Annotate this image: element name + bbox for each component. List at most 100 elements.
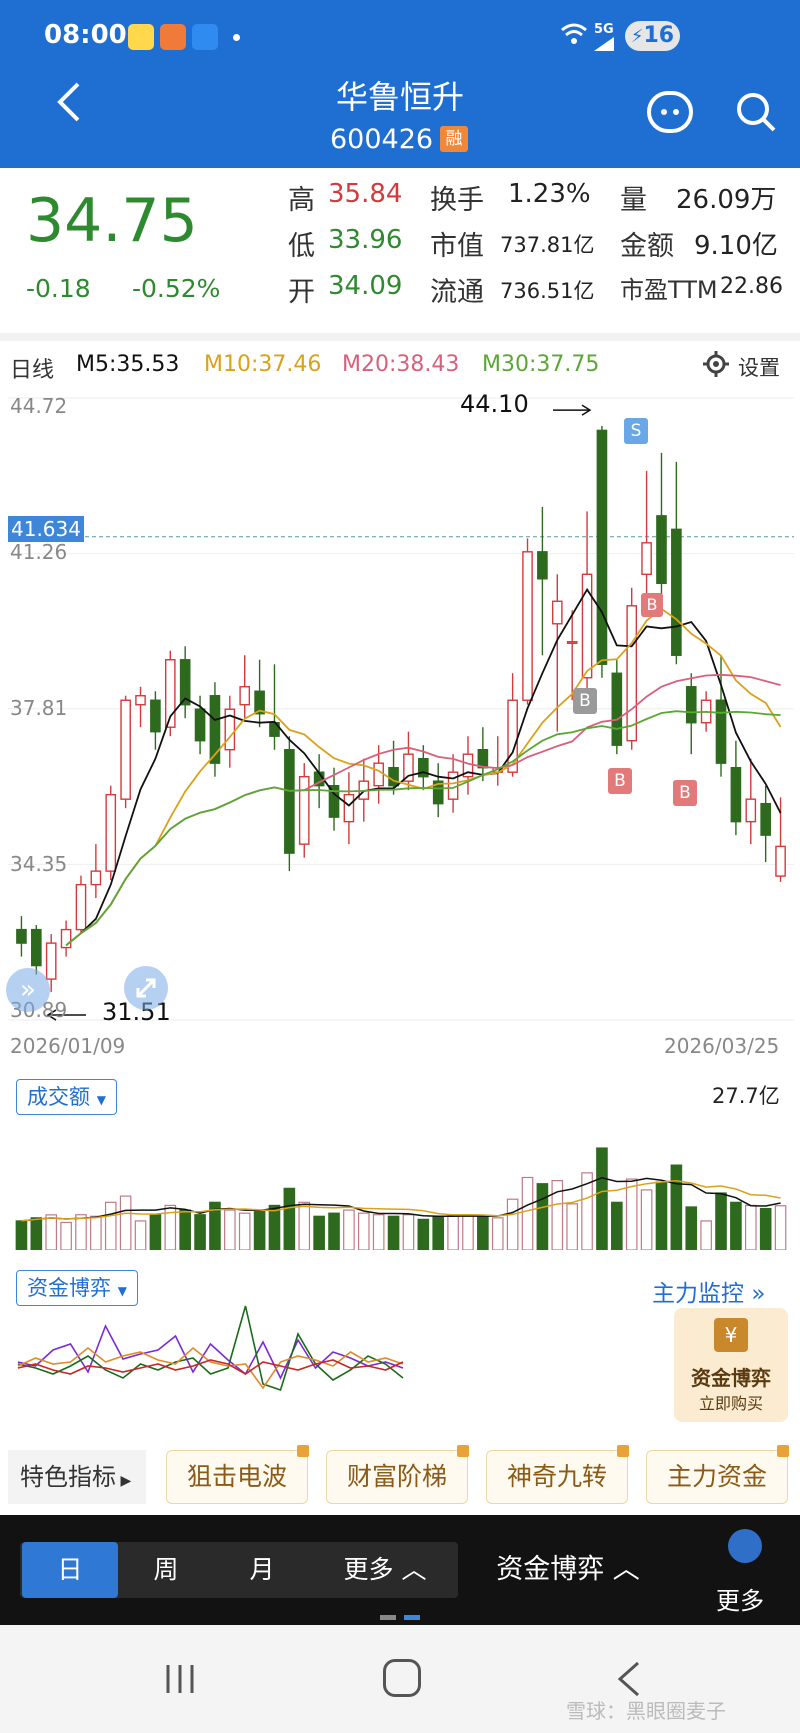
- amount-value: 9.10亿: [694, 231, 778, 261]
- gear-icon[interactable]: [702, 350, 730, 378]
- tab-more[interactable]: 更多 ︿: [320, 1542, 450, 1598]
- recent-apps-icon[interactable]: [162, 1661, 198, 1697]
- buy-signal: B: [673, 780, 697, 806]
- indicator-sniper[interactable]: 狙击电波: [166, 1445, 309, 1504]
- volume-bar-down: [536, 1183, 549, 1251]
- menu-more-icon[interactable]: [728, 1529, 762, 1563]
- page-indicator-active: [404, 1615, 420, 1620]
- period-tab-bar: 日 周 月 更多 ︿ 资金博弈 ︿ 更多: [0, 1515, 800, 1625]
- indicator-label[interactable]: 特色指标 ▶: [8, 1450, 146, 1504]
- volume-bar-down: [179, 1209, 191, 1251]
- open-value: 34.09: [328, 271, 403, 301]
- expand-icon[interactable]: [124, 966, 168, 1010]
- indicator-wealth-label: 财富阶梯: [346, 1462, 447, 1491]
- main-monitor-link[interactable]: 主力监控 »: [652, 1274, 765, 1308]
- volume-bar-up: [75, 1214, 87, 1251]
- watermark: 雪球：黑眼圈麦子: [566, 1699, 726, 1723]
- tab-week[interactable]: 周: [118, 1542, 214, 1598]
- amount-label: 金额: [620, 231, 674, 262]
- volume-bar-down: [283, 1187, 296, 1251]
- volume-bar-down: [759, 1207, 772, 1251]
- volume-chart[interactable]: [8, 1116, 794, 1251]
- battery-level: 16: [643, 23, 675, 48]
- volume-bar-up: [119, 1195, 132, 1251]
- candle-down: [194, 708, 206, 742]
- mktcap-label: 市值: [430, 231, 484, 262]
- candle-down: [31, 928, 42, 967]
- double-chevron-icon: »: [751, 1281, 766, 1307]
- back-nav-icon[interactable]: [614, 1659, 644, 1699]
- pe-value: 22.86: [720, 274, 783, 299]
- candle-up: [343, 793, 355, 823]
- tab-day[interactable]: 日: [22, 1542, 118, 1598]
- system-nav-bar: 雪球：黑眼圈麦子: [0, 1625, 800, 1733]
- scroll-left-icon[interactable]: »: [6, 968, 50, 1012]
- indicator-sniper-label: 狙击电波: [186, 1462, 287, 1491]
- candle-up: [298, 775, 310, 845]
- volume-bar-up: [521, 1176, 534, 1251]
- volume-bar-up: [700, 1220, 712, 1251]
- period-label[interactable]: 日线: [10, 352, 54, 384]
- ma10-legend: M10:37.46: [204, 352, 322, 377]
- indicator-nine[interactable]: 神奇九转: [486, 1445, 629, 1504]
- volume-bar-down: [477, 1215, 489, 1251]
- caret-right-icon: ▶: [116, 1473, 132, 1489]
- candle-up: [551, 600, 563, 625]
- float-value: 736.51亿: [500, 279, 595, 303]
- flow-chart[interactable]: [8, 1304, 448, 1428]
- pe-label: 市盈TTM: [620, 276, 718, 304]
- indicator-wealth[interactable]: 财富阶梯: [326, 1445, 469, 1504]
- flow-promo-card[interactable]: ¥ 资金博弈 立即购买: [674, 1308, 788, 1422]
- candle-up: [522, 551, 533, 701]
- volume-bar-down: [655, 1181, 668, 1251]
- price-change-pct: -0.52%: [132, 274, 221, 303]
- candle-down: [671, 528, 682, 656]
- menu-more-label[interactable]: 更多: [716, 1581, 764, 1616]
- candle-down: [596, 429, 608, 665]
- axis-tick-41: 41.26: [10, 540, 68, 564]
- flow-tab[interactable]: 资金博弈 ︿: [478, 1542, 658, 1598]
- page-indicator: [380, 1615, 396, 1620]
- volume-bar-up: [238, 1212, 251, 1251]
- price-chart[interactable]: [8, 388, 794, 1030]
- volume-bar-up: [134, 1220, 147, 1251]
- main-monitor-label: 主力监控: [652, 1281, 744, 1307]
- volume-bar-up: [625, 1178, 638, 1251]
- price-change: -0.18: [26, 274, 91, 303]
- candle-down: [685, 686, 697, 724]
- chat-icon[interactable]: [646, 90, 694, 134]
- crosshair-price-label: 41.634: [8, 516, 84, 542]
- start-date: 2026/01/09: [10, 1034, 126, 1058]
- volume-bar-up: [45, 1214, 58, 1251]
- volume-bar-up: [491, 1217, 504, 1251]
- volume-bar-down: [194, 1214, 206, 1251]
- search-icon[interactable]: [734, 90, 778, 134]
- settings-button[interactable]: 设置: [738, 352, 780, 382]
- end-date: 2026/03/25: [664, 1034, 780, 1058]
- indicator-capital-label: 主力资金: [666, 1462, 767, 1491]
- volume-bar-up: [774, 1205, 787, 1251]
- flow-selector[interactable]: 资金博弈 ▼: [16, 1270, 138, 1306]
- high-label: 高: [288, 185, 315, 216]
- volume-bar-up: [343, 1209, 355, 1251]
- promo-cta: 立即购买: [698, 1394, 763, 1413]
- home-icon[interactable]: [383, 1659, 421, 1697]
- turnover-label: 换手: [430, 185, 484, 216]
- top-app-bar: 08:00 5G ⚡16 华鲁恒升 600426 融: [0, 0, 800, 168]
- volume-bar-up: [744, 1204, 757, 1251]
- indicator-capital[interactable]: 主力资金: [646, 1445, 789, 1504]
- volume-bar-down: [313, 1215, 325, 1251]
- volume-bar-down: [149, 1214, 162, 1251]
- volume-bar-up: [104, 1201, 117, 1251]
- tab-month[interactable]: 月: [214, 1542, 310, 1598]
- battery-indicator: ⚡16: [625, 21, 680, 51]
- indicator-nine-label: 神奇九转: [506, 1462, 607, 1491]
- candle-down: [537, 551, 548, 580]
- app-notification-icon: [128, 24, 154, 50]
- volume-selector[interactable]: 成交额 ▼: [16, 1079, 117, 1115]
- low-value: 33.96: [328, 225, 403, 255]
- candle-up: [105, 793, 117, 872]
- chevron-up-icon: ︿: [612, 1554, 640, 1585]
- volume-bar-up: [90, 1215, 102, 1251]
- flow-tab-label: 资金博弈: [496, 1554, 605, 1585]
